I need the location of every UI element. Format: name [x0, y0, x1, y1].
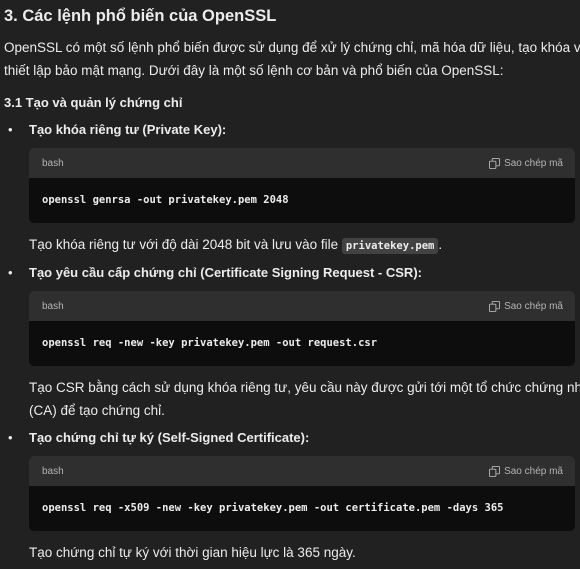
code-block: bash Sao chép mã openssl req -new -key p… [29, 291, 575, 366]
intro-line-1: OpenSSL có một số lệnh phổ biến được sử … [4, 40, 580, 55]
copy-icon [489, 157, 501, 169]
desc-text-end: . [438, 237, 443, 252]
copy-label: Sao chép mã [504, 157, 563, 169]
copy-code-button[interactable]: Sao chép mã [489, 465, 563, 477]
copy-icon [489, 300, 501, 312]
item-description: Tạo chứng chỉ tự ký với thời gian hiệu l… [29, 545, 356, 560]
item-label: Tạo yêu cầu cấp chứng chỉ (Certificate S… [29, 265, 422, 280]
item-description: Tạo khóa riêng tư với độ dài 2048 bit và… [29, 233, 442, 258]
code-language: bash [42, 157, 64, 169]
subheading: 3.1 Tạo và quản lý chứng chỉ [4, 95, 183, 110]
code-text: openssl req -x509 -new -key privatekey.p… [42, 502, 504, 514]
code-language: bash [42, 465, 64, 477]
desc-text: Tạo khóa riêng tư với độ dài 2048 bit và… [29, 237, 342, 252]
code-text: openssl req -new -key privatekey.pem -ou… [42, 337, 378, 349]
item-label: Tạo chứng chỉ tự ký (Self-Signed Certifi… [29, 430, 310, 445]
code-block: bash Sao chép mã openssl req -x509 -new … [29, 456, 575, 531]
copy-label: Sao chép mã [504, 465, 563, 477]
copy-icon [489, 465, 501, 477]
item-label: Tạo khóa riêng tư (Private Key): [29, 122, 227, 137]
code-language: bash [42, 300, 64, 312]
code-text: openssl genrsa -out privatekey.pem 2048 [42, 194, 289, 206]
intro-line-2: thiết lập bảo mật mạng. Dưới đây là một … [4, 63, 504, 78]
copy-label: Sao chép mã [504, 300, 563, 312]
bullet: • [8, 265, 13, 280]
code-block: bash Sao chép mã openssl genrsa -out pri… [29, 148, 575, 223]
inline-code: privatekey.pem [341, 238, 439, 254]
bullet: • [8, 122, 13, 137]
section-heading: 3. Các lệnh phổ biến của OpenSSL [4, 7, 277, 25]
item-description-line-1: Tạo CSR bằng cách sử dụng khóa riêng tư,… [29, 380, 580, 395]
copy-code-button[interactable]: Sao chép mã [489, 157, 563, 169]
copy-code-button[interactable]: Sao chép mã [489, 300, 563, 312]
bullet: • [8, 430, 13, 445]
item-description-line-2: (CA) để tạo chứng chỉ. [29, 403, 165, 418]
